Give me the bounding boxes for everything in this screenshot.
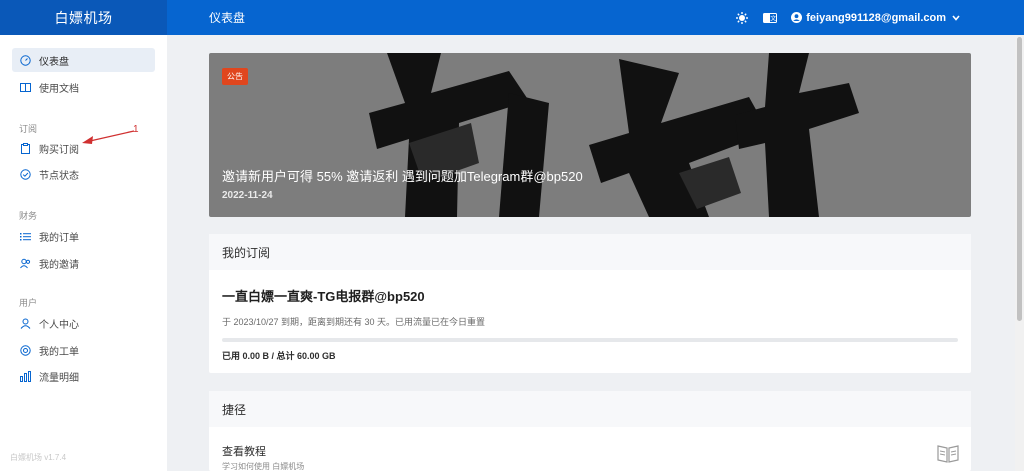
theme-toggle-icon[interactable]	[735, 11, 749, 25]
calligraphy-watermark-icon	[369, 53, 859, 217]
shortcut-desc: 学习如何使用 白嫖机场	[222, 462, 305, 471]
book-open-icon	[937, 445, 959, 463]
bar-chart-icon	[20, 370, 31, 382]
top-bar: 白嫖机场 仪表盘 文 feiyang991128@gmail.com	[0, 0, 1024, 35]
sidebar-item-orders[interactable]: 我的订单	[12, 224, 155, 248]
traffic-progress-bar	[222, 338, 958, 342]
section-finance: 财务	[19, 211, 38, 221]
sidebar-item-tickets[interactable]: 我的工单	[12, 338, 155, 362]
shortcut-title: 查看教程	[222, 446, 266, 458]
sidebar: 仪表盘 使用文档 订阅 购买订阅 节点状态 财务 我的订单 我的邀请 用户 个人…	[0, 35, 167, 471]
shortcut-tutorial[interactable]: 查看教程 学习如何使用 白嫖机场	[222, 443, 304, 471]
sidebar-item-traffic[interactable]: 流量明细	[12, 364, 155, 388]
section-user: 用户	[19, 298, 38, 308]
book-icon	[20, 82, 31, 93]
page-title: 仪表盘	[209, 11, 246, 25]
sidebar-item-docs[interactable]: 使用文档	[12, 75, 155, 99]
chevron-down-icon	[952, 14, 960, 21]
scrollbar-thumb[interactable]	[1017, 37, 1022, 321]
subscription-info: 于 2023/10/27 到期，距离到期还有 30 天。已用流量已在今日重置	[222, 317, 486, 327]
dashboard-icon	[20, 54, 31, 66]
subscription-plan: 一直白嫖一直爽-TG电报群@bp520	[222, 289, 425, 304]
app-version: 白嫖机场 v1.7.4	[10, 453, 67, 462]
subscription-header: 我的订阅	[209, 234, 971, 270]
notice-banner[interactable]: 公告 邀请新用户可得 55% 邀请返利 遇到问题加Telegram群@bp520…	[209, 53, 971, 217]
section-subscribe: 订阅	[19, 124, 38, 134]
support-icon	[20, 344, 31, 356]
sidebar-item-label: 我的邀请	[39, 259, 79, 271]
sidebar-item-label: 购买订阅	[39, 144, 79, 156]
svg-text:文: 文	[770, 14, 776, 22]
sidebar-item-dashboard[interactable]: 仪表盘	[12, 48, 155, 72]
header-actions: 文 feiyang991128@gmail.com	[735, 11, 960, 25]
sidebar-item-label: 仪表盘	[39, 56, 69, 68]
list-icon	[20, 231, 31, 242]
notice-text: 邀请新用户可得 55% 邀请返利 遇到问题加Telegram群@bp520	[222, 169, 583, 184]
clipboard-icon	[20, 142, 31, 154]
annotation-arrow-icon	[82, 130, 135, 144]
sidebar-item-label: 我的工单	[39, 346, 79, 358]
user-email: feiyang991128@gmail.com	[806, 11, 946, 24]
shortcuts-card: 捷径 查看教程 学习如何使用 白嫖机场	[209, 391, 971, 471]
sidebar-item-label: 节点状态	[39, 170, 79, 182]
user-menu[interactable]: feiyang991128@gmail.com	[791, 12, 960, 24]
annotation-number: 1	[133, 124, 139, 135]
sidebar-item-label: 流量明细	[39, 372, 79, 384]
sidebar-item-invites[interactable]: 我的邀请	[12, 251, 155, 275]
users-icon	[20, 258, 31, 269]
notice-date: 2022-11-24	[222, 190, 273, 201]
sidebar-item-label: 使用文档	[39, 83, 79, 95]
user-circle-icon	[791, 12, 803, 23]
check-circle-icon	[20, 168, 31, 180]
sidebar-item-node-status[interactable]: 节点状态	[12, 162, 155, 186]
language-icon[interactable]: 文	[763, 11, 778, 25]
page-scrollbar[interactable]	[1015, 35, 1024, 471]
traffic-usage: 已用 0.00 B / 总计 60.00 GB	[222, 351, 336, 361]
shortcuts-header: 捷径	[209, 391, 971, 427]
sidebar-item-profile[interactable]: 个人中心	[12, 311, 155, 335]
sidebar-item-label: 我的订单	[39, 232, 79, 244]
notice-badge: 公告	[222, 68, 248, 85]
brand-logo[interactable]: 白嫖机场	[0, 0, 167, 35]
subscription-card: 我的订阅 一直白嫖一直爽-TG电报群@bp520 于 2023/10/27 到期…	[209, 234, 971, 373]
user-icon	[20, 318, 31, 329]
sidebar-item-label: 个人中心	[39, 319, 79, 331]
